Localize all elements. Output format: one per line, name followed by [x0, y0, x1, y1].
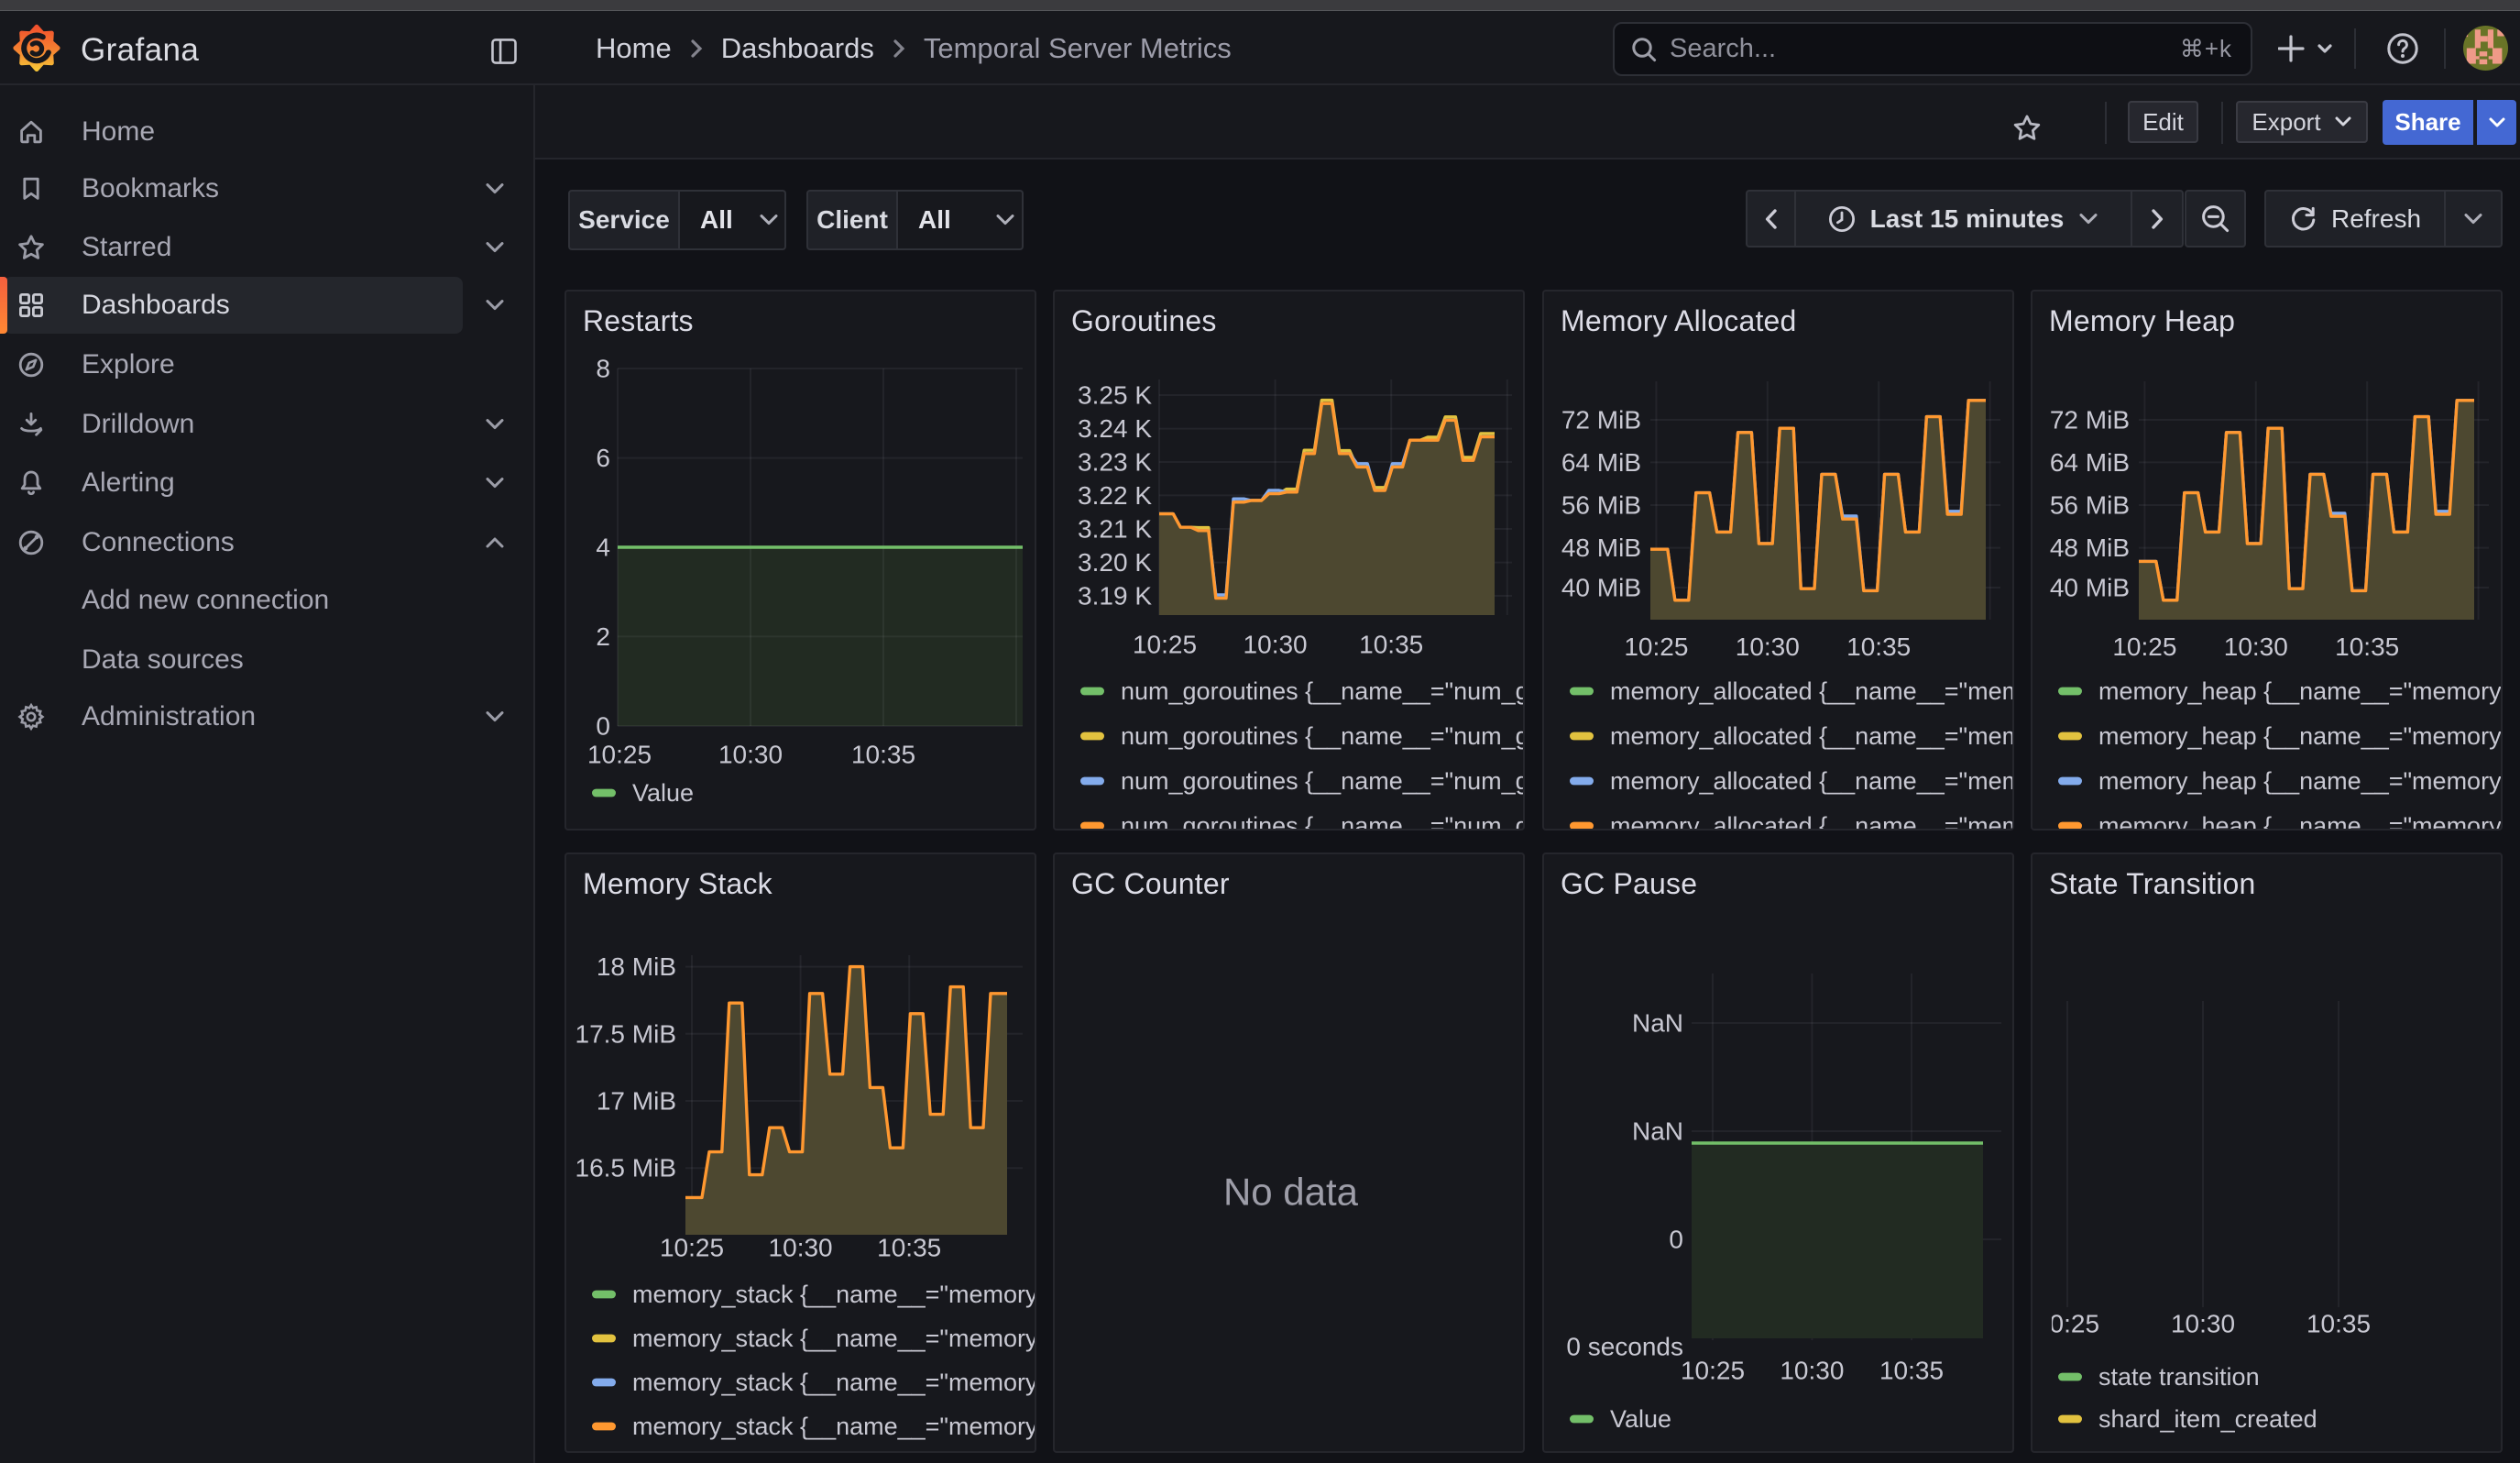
svg-text:memory_heap {__name__="memory_: memory_heap {__name__="memory_h: [2098, 722, 2503, 750]
svg-text:10:30: 10:30: [718, 741, 783, 769]
svg-text:10:35: 10:35: [2306, 1310, 2371, 1338]
svg-text:0: 0: [596, 712, 610, 741]
svg-text:3.23 K: 3.23 K: [1078, 448, 1152, 477]
svg-text:3.20 K: 3.20 K: [1078, 548, 1152, 577]
svg-text:3.19 K: 3.19 K: [1078, 582, 1152, 610]
svg-text:48 MiB: 48 MiB: [1561, 534, 1641, 562]
svg-text:10:25: 10:25: [1624, 632, 1688, 661]
svg-text:0 seconds: 0 seconds: [1566, 1333, 1683, 1361]
svg-text:NaN: NaN: [1632, 1009, 1683, 1038]
svg-text:10:25: 10:25: [2112, 632, 2176, 661]
svg-text:10:35: 10:35: [1879, 1357, 1944, 1385]
svg-text:10:35: 10:35: [851, 741, 915, 769]
svg-text:10:30: 10:30: [2224, 632, 2288, 661]
svg-text:64 MiB: 64 MiB: [1561, 448, 1641, 477]
svg-text:56 MiB: 56 MiB: [1561, 491, 1641, 520]
svg-text:10:30: 10:30: [2171, 1310, 2235, 1338]
svg-text:10:35: 10:35: [877, 1234, 941, 1262]
svg-text:3.22 K: 3.22 K: [1078, 481, 1152, 510]
svg-text:4: 4: [596, 534, 610, 562]
svg-text:17 MiB: 17 MiB: [597, 1087, 676, 1116]
svg-text:10:30: 10:30: [1244, 631, 1308, 659]
svg-text:num_goroutines {__name__="num_: num_goroutines {__name__="num_go: [1121, 722, 1525, 750]
svg-text:10:25: 10:25: [587, 741, 652, 769]
svg-text:6: 6: [596, 444, 610, 472]
svg-text:40 MiB: 40 MiB: [2050, 574, 2130, 602]
svg-text:memory_heap {__name__="memory_: memory_heap {__name__="memory_h: [2098, 767, 2503, 795]
svg-text:memory_heap {__name__="memory_: memory_heap {__name__="memory_h: [2098, 812, 2503, 830]
svg-text:72 MiB: 72 MiB: [1561, 406, 1641, 434]
svg-text:17.5 MiB: 17.5 MiB: [575, 1019, 677, 1048]
svg-text:No data: No data: [1223, 1171, 1359, 1214]
svg-text:memory_stack {__name__="memory: memory_stack {__name__="memory_s: [632, 1369, 1036, 1396]
svg-text:memory_stack {__name__="memory: memory_stack {__name__="memory_s: [632, 1325, 1036, 1352]
svg-text:memory_allocated {__name__="me: memory_allocated {__name__="memo: [1610, 812, 2014, 830]
svg-text:num_goroutines {__name__="num_: num_goroutines {__name__="num_go: [1121, 812, 1525, 830]
svg-text:3.25 K: 3.25 K: [1078, 381, 1152, 410]
svg-text:56 MiB: 56 MiB: [2050, 491, 2130, 520]
svg-text:3.24 K: 3.24 K: [1078, 414, 1152, 443]
svg-text:Value: Value: [632, 779, 694, 807]
svg-text:10:35: 10:35: [1359, 631, 1423, 659]
svg-text:16.5 MiB: 16.5 MiB: [575, 1154, 677, 1182]
svg-text:num_goroutines {__name__="num_: num_goroutines {__name__="num_go: [1121, 767, 1525, 795]
svg-text:memory_heap {__name__="memory_: memory_heap {__name__="memory_h: [2098, 677, 2503, 705]
svg-text:memory_stack {__name__="memory: memory_stack {__name__="memory_s: [632, 1281, 1036, 1308]
svg-text:10:25: 10:25: [660, 1234, 724, 1262]
svg-text:72 MiB: 72 MiB: [2050, 406, 2130, 434]
svg-text:Value: Value: [1610, 1405, 1671, 1433]
svg-text:64 MiB: 64 MiB: [2050, 448, 2130, 477]
svg-text:state transition: state transition: [2098, 1363, 2260, 1391]
svg-text:memory_allocated {__name__="me: memory_allocated {__name__="memo: [1610, 767, 2014, 795]
svg-text:num_goroutines {__name__="num_: num_goroutines {__name__="num_go: [1121, 677, 1525, 705]
svg-text:2: 2: [596, 622, 610, 651]
svg-text:shard_item_created: shard_item_created: [2098, 1405, 2317, 1433]
svg-text:8: 8: [596, 355, 610, 383]
svg-text:10:30: 10:30: [1780, 1357, 1844, 1385]
svg-text:48 MiB: 48 MiB: [2050, 534, 2130, 562]
svg-text:memory_allocated {__name__="me: memory_allocated {__name__="memo: [1610, 677, 2014, 705]
svg-text:10:30: 10:30: [769, 1234, 833, 1262]
svg-text:memory_stack {__name__="memory: memory_stack {__name__="memory_s: [632, 1413, 1036, 1440]
svg-text:10:35: 10:35: [2335, 632, 2399, 661]
svg-text:3.21 K: 3.21 K: [1078, 515, 1152, 544]
svg-text:10:30: 10:30: [1736, 632, 1800, 661]
svg-text:40 MiB: 40 MiB: [1561, 574, 1641, 602]
svg-text:10:25: 10:25: [2035, 1310, 2099, 1338]
svg-text:NaN: NaN: [1632, 1117, 1683, 1146]
svg-text:10:25: 10:25: [1681, 1357, 1745, 1385]
svg-text:memory_allocated {__name__="me: memory_allocated {__name__="memo: [1610, 722, 2014, 750]
svg-text:10:35: 10:35: [1846, 632, 1911, 661]
svg-text:0: 0: [1669, 1226, 1683, 1254]
svg-text:18 MiB: 18 MiB: [597, 952, 676, 981]
svg-text:10:25: 10:25: [1133, 631, 1197, 659]
